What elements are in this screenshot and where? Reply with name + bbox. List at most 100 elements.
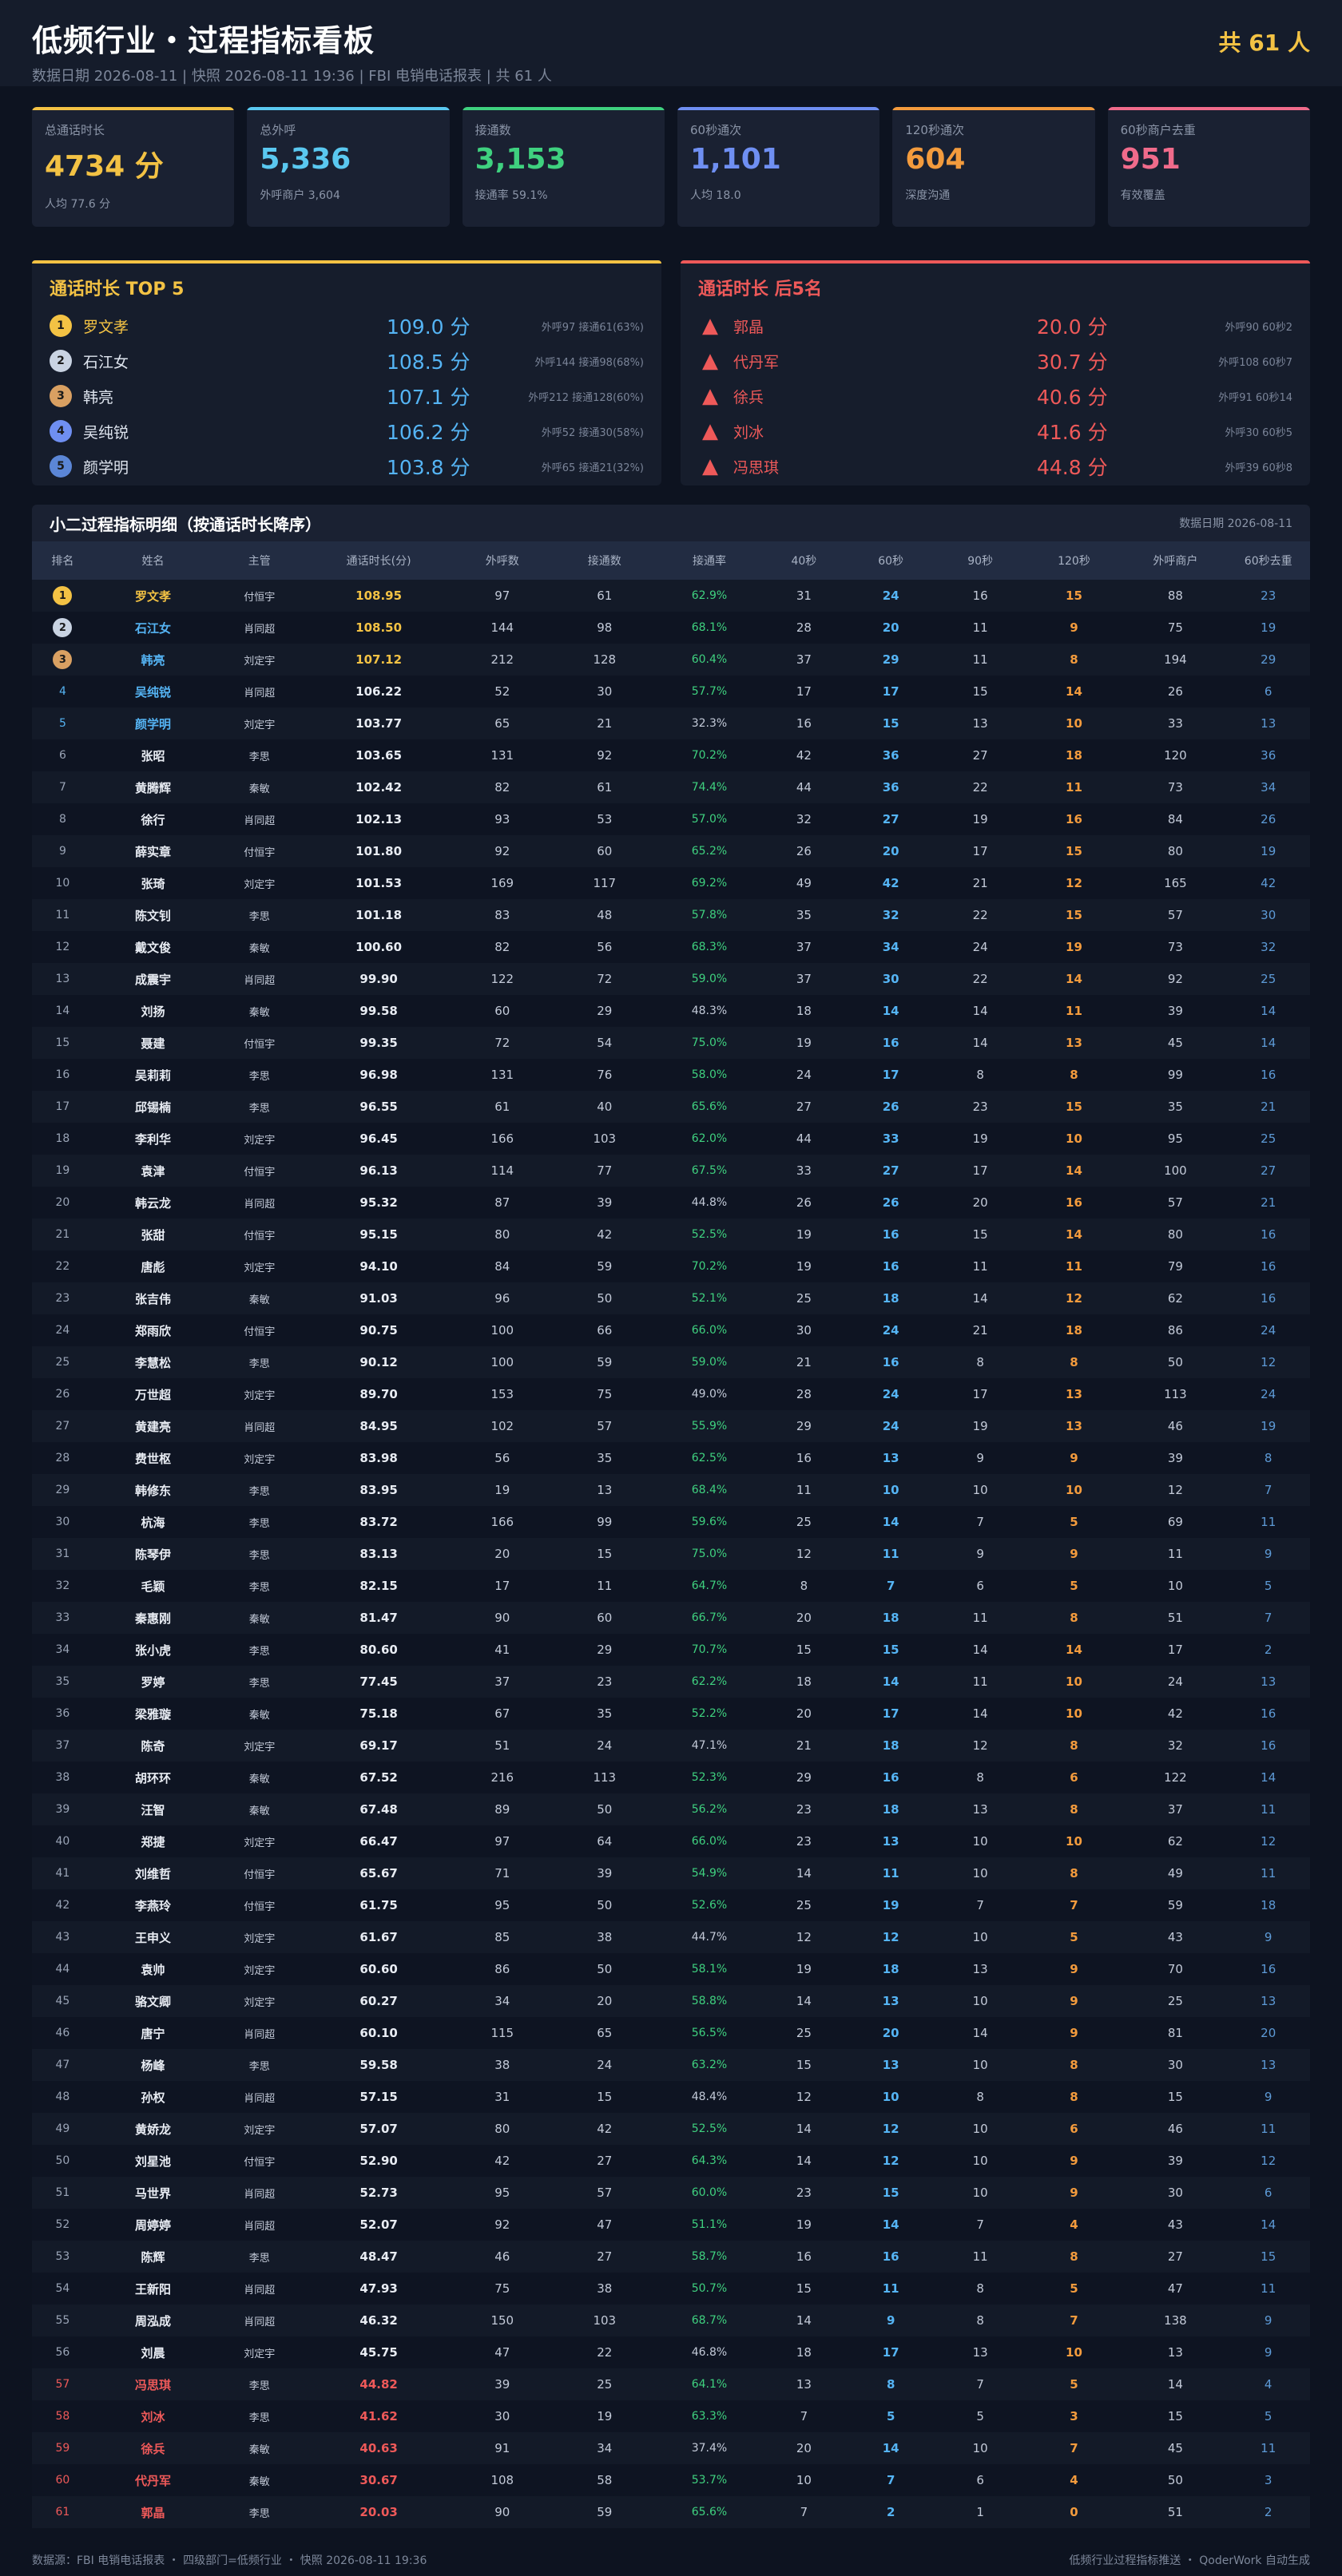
cell-rate: 62.9% <box>691 589 728 602</box>
column-header: 接通数 <box>587 555 621 568</box>
cell-merchants: 49 <box>1167 1866 1183 1880</box>
table-row: 10 张琦 刘定宇 101.53 169 117 69.2% 49 42 21 12 165 42 <box>32 867 1310 899</box>
bottom5-value: 30.7 分 <box>1037 351 1108 374</box>
cell-connected: 54 <box>597 1036 613 1050</box>
cell-s40: 32 <box>796 812 812 826</box>
cell-s60: 18 <box>882 1802 899 1817</box>
cell-s60: 11 <box>882 1547 899 1561</box>
cell-manager: 李思 <box>248 1549 270 1562</box>
cell-merchants: 46 <box>1167 1419 1183 1433</box>
cell-s40: 14 <box>796 1994 812 2008</box>
cell-s40: 25 <box>796 1898 812 1912</box>
cell-s90: 11 <box>972 1611 988 1625</box>
cell-merchants: 12 <box>1167 1483 1183 1497</box>
cell-rate: 56.5% <box>691 2027 728 2039</box>
cell-name: 成震宇 <box>134 972 171 987</box>
cell-name: 罗文孝 <box>134 589 171 604</box>
cell-s40: 35 <box>796 908 812 922</box>
cell-s120: 8 <box>1070 2058 1078 2072</box>
cell-s120: 13 <box>1066 1419 1082 1433</box>
cell-name: 罗婷 <box>141 1674 165 1690</box>
cell-s40: 19 <box>796 1962 812 1976</box>
cell-s60-dedup: 2 <box>1264 1643 1273 1657</box>
cell-calls: 60 <box>494 1004 510 1018</box>
cell-connected: 103 <box>593 1131 617 1146</box>
cell-duration: 89.70 <box>359 1387 398 1401</box>
cell-merchants: 113 <box>1164 1387 1187 1401</box>
cell-duration: 44.82 <box>359 2377 398 2392</box>
table-row: 35 罗婷 李思 77.45 37 23 62.2% 18 14 11 10 24 13 <box>32 1666 1310 1698</box>
cell-connected: 35 <box>597 1706 613 1721</box>
cell-manager: 刘定宇 <box>244 1996 276 2009</box>
column-header: 排名 <box>51 555 74 568</box>
cell-s60: 5 <box>886 2409 895 2423</box>
cell-s120: 16 <box>1066 1195 1082 1210</box>
cell-name: 王新阳 <box>134 2281 171 2297</box>
cell-name: 汪智 <box>141 1802 165 1817</box>
cell-s120: 9 <box>1070 620 1078 635</box>
cell-name: 孙权 <box>141 2090 165 2105</box>
column-header: 外呼商户 <box>1153 555 1198 568</box>
cell-rank: 34 <box>55 1643 70 1656</box>
cell-duration: 52.73 <box>359 2186 398 2200</box>
cell-manager: 秦敏 <box>248 783 270 795</box>
cell-duration: 52.07 <box>359 2217 398 2232</box>
cell-s60: 15 <box>882 716 899 731</box>
cell-name: 骆文卿 <box>134 1994 171 2009</box>
cell-merchants: 165 <box>1164 876 1187 890</box>
cell-duration: 41.62 <box>359 2409 398 2423</box>
cell-rank: 16 <box>55 1068 70 1081</box>
cell-connected: 60 <box>597 1611 613 1625</box>
cell-s90: 13 <box>972 2345 988 2360</box>
cell-s60: 10 <box>882 1483 899 1497</box>
cell-s60-dedup: 29 <box>1261 652 1276 667</box>
cell-connected: 113 <box>593 1770 617 1785</box>
cell-s60: 15 <box>882 2186 899 2200</box>
cell-s60: 8 <box>886 2377 895 2392</box>
cell-name: 梁雅璇 <box>134 1706 171 1722</box>
cell-manager: 李思 <box>248 1357 270 1370</box>
cell-rate: 57.0% <box>691 813 728 826</box>
column-header: 接通率 <box>692 555 726 568</box>
cell-rate: 62.5% <box>691 1452 728 1464</box>
cell-s90: 8 <box>976 2090 984 2104</box>
cell-rate: 75.0% <box>691 1036 728 1049</box>
cell-name: 胡环环 <box>134 1770 171 1785</box>
cell-s60-dedup: 16 <box>1261 1068 1276 1082</box>
cell-calls: 90 <box>494 2505 510 2519</box>
cell-connected: 40 <box>597 1100 613 1114</box>
cell-connected: 24 <box>597 2058 613 2072</box>
cell-name: 徐兵 <box>141 2441 165 2456</box>
table-row: 61 郭晶 李思 20.03 90 59 65.6% 7 2 1 0 51 2 <box>32 2496 1310 2528</box>
cell-rate: 52.5% <box>691 1228 728 1241</box>
cell-rate: 66.0% <box>691 1835 728 1848</box>
cell-merchants: 84 <box>1167 812 1183 826</box>
rank-badge: 5 <box>50 455 72 478</box>
cell-rate: 58.1% <box>691 1963 728 1976</box>
top5-accent-bar <box>32 260 661 264</box>
cell-manager: 肖同超 <box>244 1198 276 1211</box>
table-row: 29 韩修东 李思 83.95 19 13 68.4% 11 10 10 10 12 7 <box>32 1474 1310 1506</box>
cell-s60-dedup: 13 <box>1261 716 1276 731</box>
cell-s60-dedup: 14 <box>1261 2217 1276 2232</box>
cell-name: 杨峰 <box>141 2058 165 2073</box>
cell-s60-dedup: 36 <box>1261 748 1276 763</box>
cell-s120: 9 <box>1070 1547 1078 1561</box>
kpi-card-accent-bar <box>1107 107 1310 110</box>
bottom5-row: ▲ 徐兵 40.6 分 外呼91 60秒14 <box>698 378 1292 414</box>
cell-s90: 10 <box>972 1483 988 1497</box>
cell-s120: 5 <box>1070 1930 1078 1944</box>
cell-connected: 30 <box>597 684 613 699</box>
cell-duration: 90.12 <box>359 1355 398 1369</box>
cell-manager: 李思 <box>248 1485 270 1498</box>
cell-duration: 103.77 <box>355 716 403 731</box>
cell-calls: 61 <box>494 1100 510 1114</box>
cell-s90: 7 <box>976 2377 984 2392</box>
cell-duration: 99.35 <box>359 1036 398 1050</box>
cell-rate: 52.6% <box>691 1899 728 1912</box>
cell-name: 石江女 <box>134 620 171 636</box>
cell-s120: 5 <box>1070 1579 1078 1593</box>
cell-manager: 刘定宇 <box>244 1741 276 1754</box>
cell-connected: 38 <box>597 2281 613 2296</box>
cell-s40: 30 <box>796 1323 812 1338</box>
